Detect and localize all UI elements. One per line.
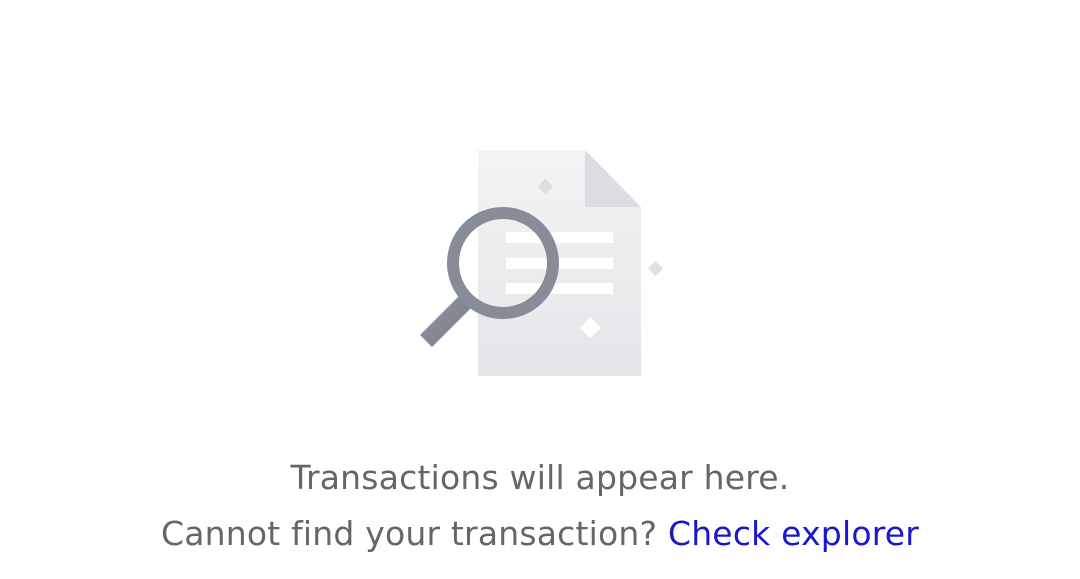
- document-line: [506, 283, 613, 294]
- empty-state-prompt: Cannot find your transaction? Check expl…: [0, 512, 1080, 556]
- prompt-text: Cannot find your transaction?: [160, 514, 658, 553]
- document-search-icon: [419, 150, 664, 376]
- document-line: [506, 258, 613, 269]
- document-fold: [585, 150, 641, 207]
- empty-state-headline: Transactions will appear here.: [290, 458, 790, 497]
- check-explorer-link[interactable]: Check explorer: [668, 514, 919, 553]
- sparkle-icon: [647, 260, 664, 277]
- empty-state: Transactions will appear here. Cannot fi…: [0, 0, 1080, 579]
- magnifier-handle: [419, 292, 475, 348]
- document-line: [506, 232, 613, 243]
